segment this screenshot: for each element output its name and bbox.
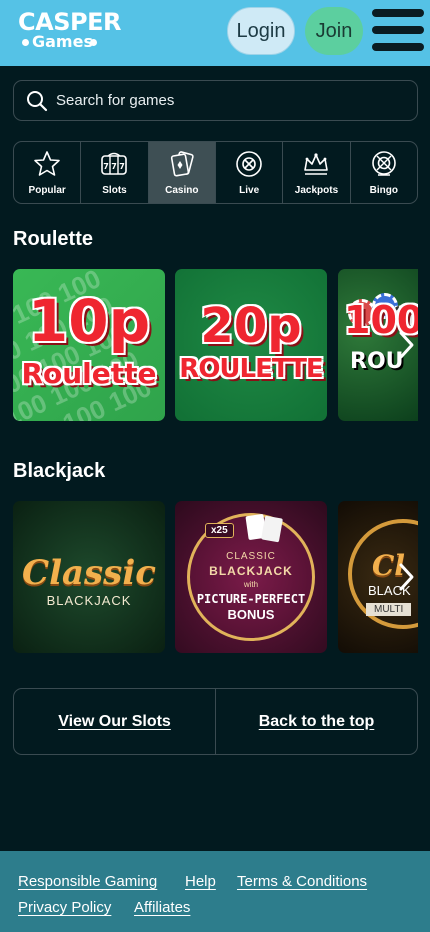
- game-tile-20p-roulette[interactable]: 20p ROULETTE: [175, 269, 327, 421]
- cards-icon: [170, 151, 194, 177]
- footer-link-affiliates[interactable]: Affiliates: [134, 899, 190, 916]
- tab-live[interactable]: Live: [216, 142, 284, 203]
- game-tile-classic-blackjack-bonus[interactable]: x25 CLASSIC BLACKJACK with PICTURE-PERFE…: [175, 501, 327, 653]
- tile-title-line3: with: [243, 580, 259, 589]
- tile-title-line3: MULTI: [366, 603, 412, 616]
- tab-label: Casino: [165, 185, 199, 196]
- search-icon: [27, 91, 48, 112]
- logo-text-bottom: Games: [32, 32, 93, 51]
- svg-text:7: 7: [120, 162, 126, 171]
- header: CASPER Games Login Join: [0, 0, 430, 66]
- tab-popular[interactable]: Popular: [14, 142, 82, 203]
- tile-title-line1: 20p: [200, 298, 302, 354]
- game-tile-10p-roulette[interactable]: 100 100 100 100 100 100 100 100 100 100 100…: [13, 269, 165, 421]
- svg-text:7: 7: [104, 162, 110, 171]
- tab-casino[interactable]: Casino: [148, 142, 216, 203]
- tile-title-line4: PICTURE-PERFECT: [196, 592, 306, 606]
- chip-icon: [236, 151, 262, 177]
- tab-label: Bingo: [369, 185, 398, 196]
- multiplier-badge: x25: [205, 523, 234, 538]
- tile-title-line2: BLACKJACK: [46, 593, 132, 608]
- hamburger-icon[interactable]: [372, 9, 424, 51]
- tile-title-line1: CLASSIC: [226, 551, 276, 562]
- tile-title-line2: BLACKJACK: [209, 564, 293, 578]
- tab-jackpots[interactable]: Jackpots: [283, 142, 351, 203]
- game-tile-classic-blackjack[interactable]: Classic BLACKJACK: [13, 501, 165, 653]
- logo-dot: [22, 39, 29, 46]
- join-button[interactable]: Join: [305, 7, 363, 55]
- bingo-ball-icon: [371, 151, 396, 176]
- section-title-roulette: Roulette: [13, 228, 93, 250]
- chevron-right-icon[interactable]: [396, 330, 416, 360]
- footer-link-help[interactable]: Help: [185, 873, 216, 890]
- chevron-right-icon[interactable]: [396, 562, 416, 592]
- login-button[interactable]: Login: [227, 7, 295, 55]
- view-slots-link[interactable]: View Our Slots: [14, 689, 216, 754]
- tile-title-line2: ROULETTE: [179, 354, 323, 384]
- footer-link-responsible-gaming[interactable]: Responsible Gaming: [18, 873, 157, 890]
- tab-label: Jackpots: [294, 185, 339, 196]
- search-placeholder: Search for games: [56, 92, 175, 109]
- quick-links: View Our Slots Back to the top: [13, 688, 418, 755]
- tile-title-line1: Classic: [22, 553, 156, 593]
- back-to-top-link[interactable]: Back to the top: [216, 689, 417, 754]
- star-icon: [34, 151, 60, 176]
- footer-link-terms[interactable]: Terms & Conditions: [237, 873, 367, 890]
- tab-label: Slots: [102, 185, 127, 196]
- tab-label: Live: [239, 185, 260, 196]
- tab-bingo[interactable]: Bingo: [351, 142, 417, 203]
- crown-icon: [304, 153, 329, 175]
- casper-games-logo[interactable]: CASPER Games: [18, 9, 121, 53]
- section-title-blackjack: Blackjack: [13, 460, 106, 482]
- tile-title-line2: Roulette: [21, 357, 157, 390]
- tile-title-line1: 10p: [27, 287, 151, 355]
- tab-label: Popular: [28, 185, 66, 196]
- footer: Responsible Gaming Help Terms & Conditio…: [0, 851, 430, 932]
- search-input[interactable]: Search for games: [13, 80, 418, 121]
- footer-link-privacy[interactable]: Privacy Policy: [18, 899, 111, 916]
- svg-text:7: 7: [112, 162, 118, 171]
- tile-title-line5: BONUS: [227, 607, 275, 622]
- tab-slots[interactable]: 7 7 7 Slots: [81, 142, 149, 203]
- logo-dot: [90, 39, 97, 46]
- category-tabs: Popular 7 7 7 Slots Casino Live Jackpots…: [13, 141, 418, 204]
- slot-machine-icon: 7 7 7: [101, 152, 128, 175]
